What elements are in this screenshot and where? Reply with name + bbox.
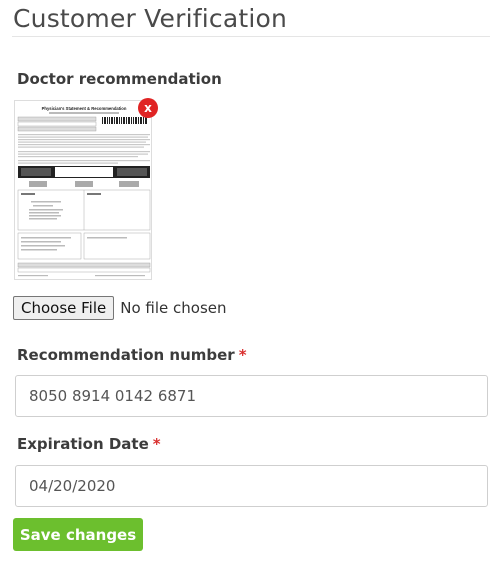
choose-file-button[interactable]: Choose File (13, 296, 115, 320)
required-marker: * (238, 346, 247, 364)
expiration-date-value: 04/20/2020 (29, 477, 116, 495)
recommendation-number-value: 8050 8914 0142 6871 (29, 387, 196, 405)
recommendation-document-preview[interactable]: Physician's Statement & Recommendation (14, 100, 152, 280)
expiration-date-input[interactable]: 04/20/2020 (15, 465, 488, 507)
doctor-recommendation-label-text: Doctor recommendation (17, 70, 222, 88)
expiration-date-label-text: Expiration Date (17, 435, 149, 453)
expiration-date-label: Expiration Date * (17, 435, 161, 453)
title-divider (12, 36, 490, 37)
save-changes-button[interactable]: Save changes (13, 518, 143, 551)
required-marker: * (152, 435, 161, 453)
recommendation-number-label-text: Recommendation number (17, 346, 235, 364)
doctor-recommendation-label: Doctor recommendation (17, 70, 222, 88)
file-status-text: No file chosen (120, 299, 227, 317)
document-title: Physician's Statement & Recommendation (42, 106, 127, 111)
file-upload: Choose File No file chosen (13, 296, 227, 320)
recommendation-number-input[interactable]: 8050 8914 0142 6871 (15, 375, 488, 417)
recommendation-number-label: Recommendation number * (17, 346, 247, 364)
page-title: Customer Verification (13, 4, 288, 33)
close-icon[interactable]: x (138, 98, 158, 118)
